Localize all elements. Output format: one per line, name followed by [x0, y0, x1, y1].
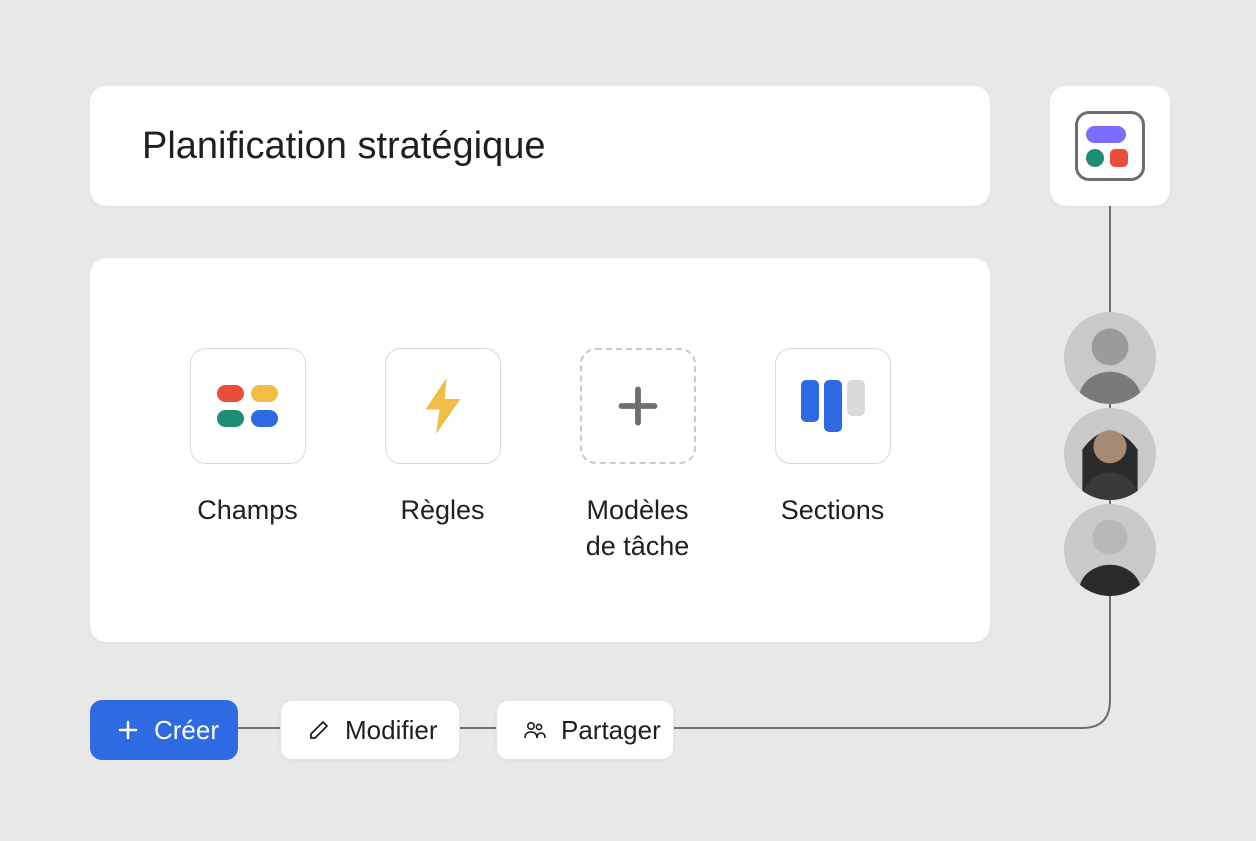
plus-icon: [580, 348, 696, 464]
edit-button-label: Modifier: [345, 715, 437, 746]
columns-icon: [775, 348, 891, 464]
avatar-user-1: [1064, 312, 1156, 404]
app-logo-card: [1050, 86, 1170, 206]
plus-icon: [116, 718, 140, 742]
pencil-icon: [307, 718, 331, 742]
option-task-templates[interactable]: Modèles de tâche: [553, 348, 723, 565]
bolt-icon: [385, 348, 501, 464]
option-sections[interactable]: Sections: [748, 348, 918, 528]
avatar-user-2: [1064, 408, 1156, 500]
app-logo-icon: [1075, 111, 1145, 181]
create-button-label: Créer: [154, 715, 219, 746]
title-card: Planification stratégique: [90, 86, 990, 206]
option-fields-label: Champs: [197, 492, 298, 528]
share-button-label: Partager: [561, 715, 661, 746]
page-title: Planification stratégique: [142, 125, 545, 168]
option-rules-label: Règles: [400, 492, 484, 528]
share-button[interactable]: Partager: [496, 700, 674, 760]
option-sections-label: Sections: [781, 492, 885, 528]
option-fields[interactable]: Champs: [163, 348, 333, 528]
edit-button[interactable]: Modifier: [280, 700, 460, 760]
avatar-user-3: [1064, 504, 1156, 596]
create-button[interactable]: Créer: [90, 700, 238, 760]
options-panel: Champs Règles Modèles de tâche: [90, 258, 990, 642]
option-task-templates-label: Modèles de tâche: [586, 492, 690, 565]
people-icon: [523, 718, 547, 742]
option-rules[interactable]: Règles: [358, 348, 528, 528]
fields-icon: [190, 348, 306, 464]
